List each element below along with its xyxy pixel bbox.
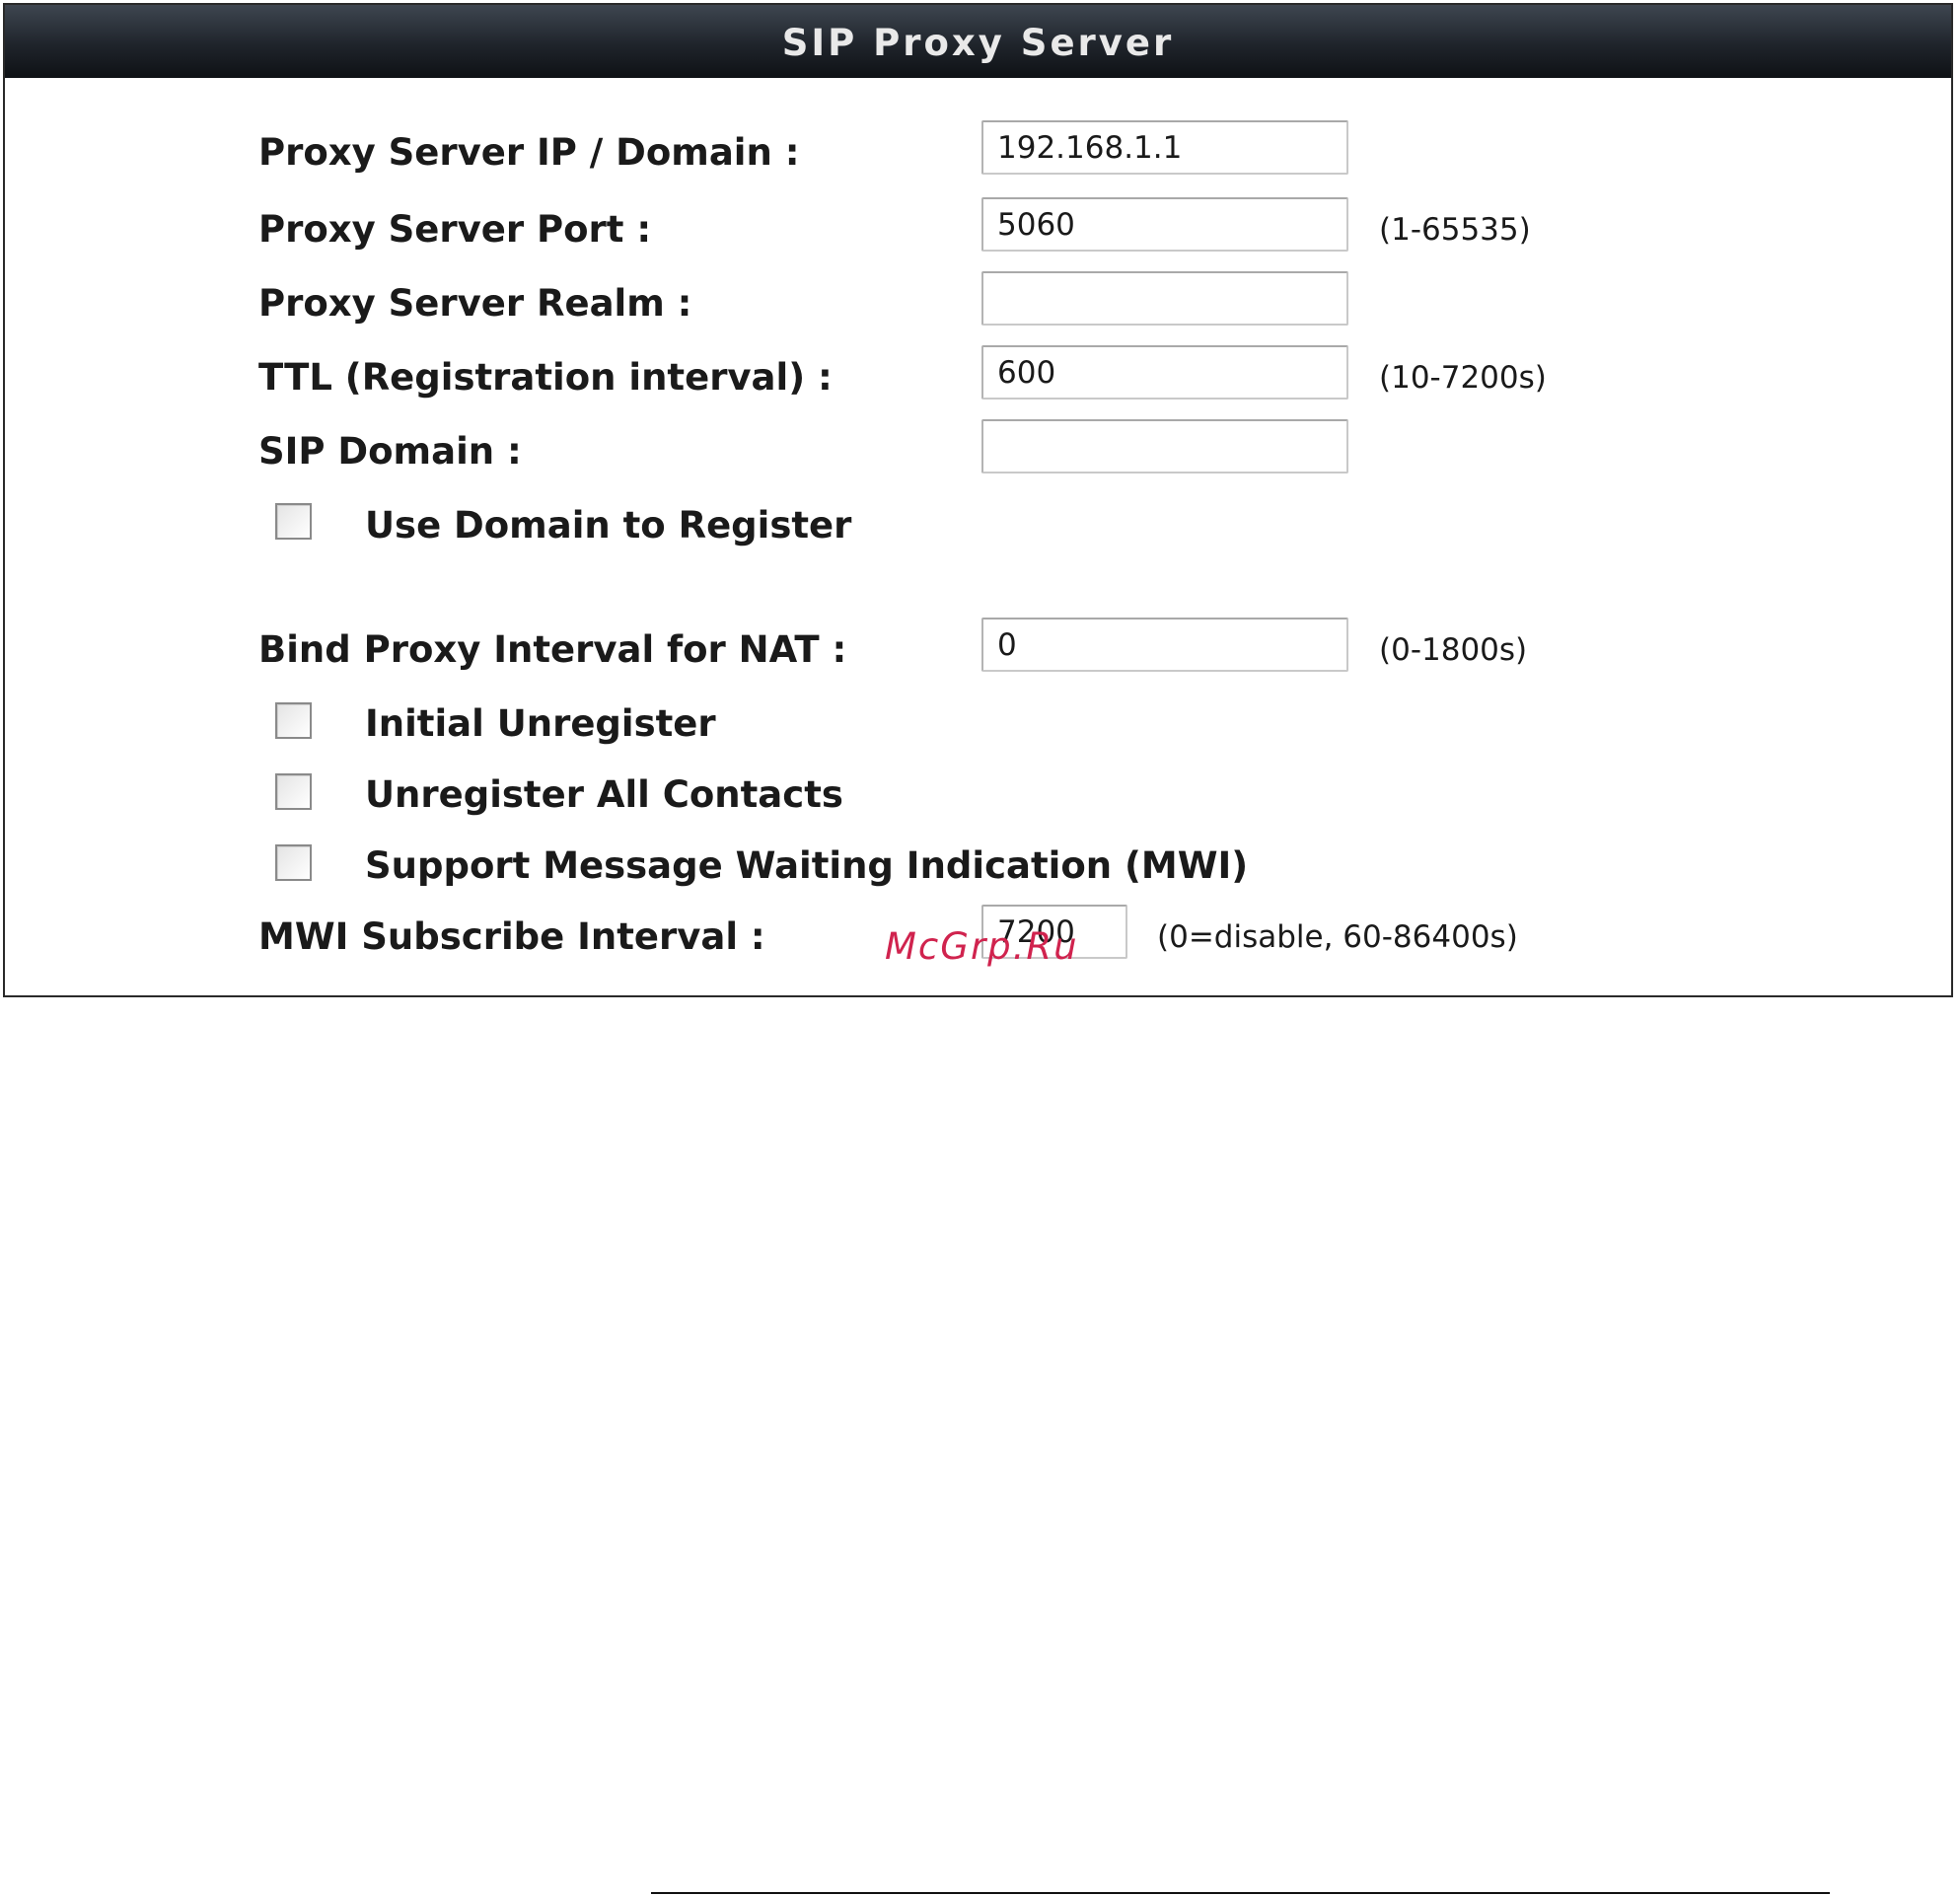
sip-domain-input[interactable]	[981, 419, 1348, 474]
ttl-label: TTL (Registration interval) :	[258, 356, 833, 399]
support-mwi-checkbox[interactable]	[275, 844, 312, 881]
panel-title: SIP Proxy Server	[5, 5, 1951, 78]
proxy-port-input[interactable]	[981, 197, 1348, 252]
bind-interval-hint: (0-1800s)	[1379, 632, 1528, 668]
mwi-interval-hint: (0=disable, 60-86400s)	[1157, 919, 1518, 955]
bind-interval-label: Bind Proxy Interval for NAT :	[258, 628, 847, 671]
initial-unregister-label: Initial Unregister	[365, 702, 716, 745]
initial-unregister-checkbox[interactable]	[275, 702, 312, 739]
proxy-ip-label: Proxy Server IP / Domain :	[258, 131, 800, 174]
proxy-realm-label: Proxy Server Realm :	[258, 282, 692, 325]
footer-divider	[651, 1892, 1830, 1894]
unregister-all-label: Unregister All Contacts	[365, 773, 843, 816]
watermark: McGrp.Ru	[885, 925, 1079, 968]
mwi-interval-label: MWI Subscribe Interval :	[258, 915, 765, 958]
use-domain-label: Use Domain to Register	[365, 504, 852, 547]
bind-interval-input[interactable]	[981, 618, 1348, 672]
support-mwi-label: Support Message Waiting Indication (MWI)	[365, 844, 1249, 887]
sip-proxy-server-panel: SIP Proxy Server Proxy Server IP / Domai…	[3, 3, 1953, 997]
ttl-input[interactable]	[981, 345, 1348, 400]
use-domain-checkbox[interactable]	[275, 503, 312, 540]
unregister-all-checkbox[interactable]	[275, 773, 312, 810]
proxy-ip-input[interactable]	[981, 120, 1348, 175]
proxy-realm-input[interactable]	[981, 271, 1348, 326]
proxy-port-label: Proxy Server Port :	[258, 208, 652, 251]
proxy-port-hint: (1-65535)	[1379, 212, 1531, 248]
ttl-hint: (10-7200s)	[1379, 360, 1547, 396]
sip-domain-label: SIP Domain :	[258, 430, 522, 473]
